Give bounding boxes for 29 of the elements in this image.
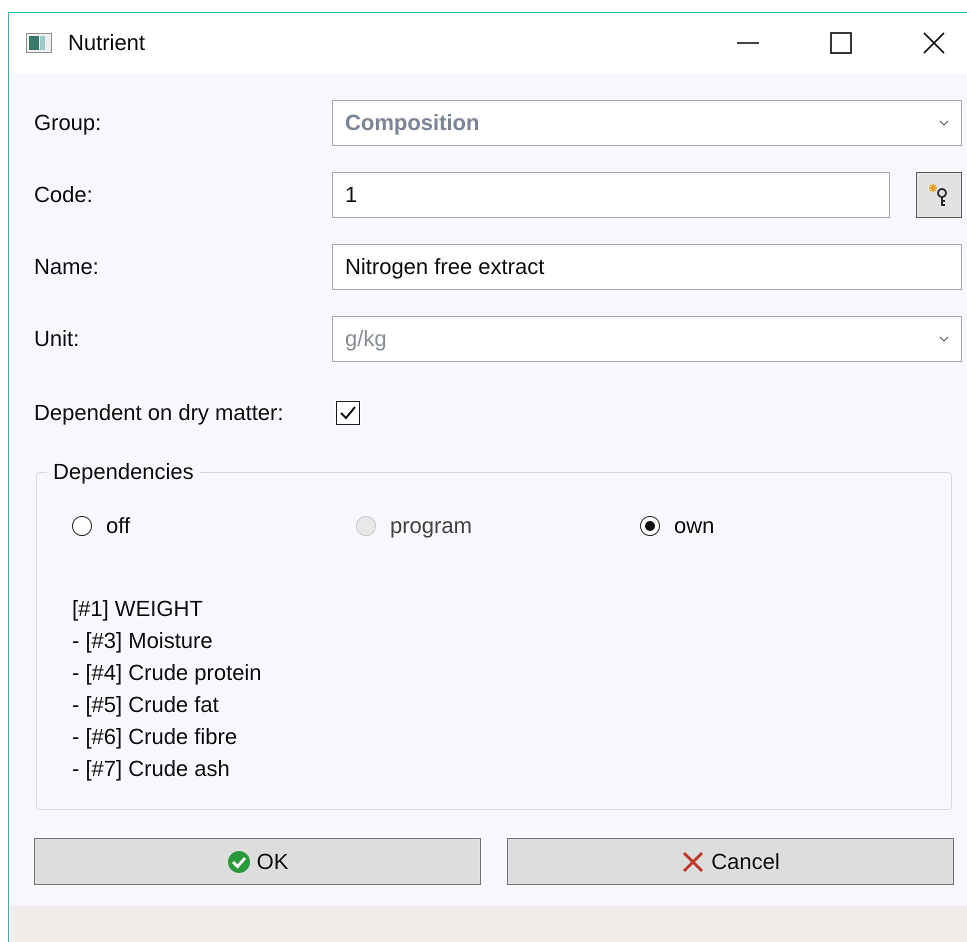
radio-button[interactable]	[640, 516, 660, 536]
checkbox[interactable]	[336, 401, 360, 425]
chevron-icon	[939, 120, 949, 126]
ok-button[interactable]: OK	[34, 838, 481, 885]
cancel-button[interactable]: Cancel	[507, 838, 954, 885]
dependency-line: - [#3] Moisture	[72, 627, 214, 655]
field-label: Name:	[34, 254, 100, 280]
input-field[interactable]: Nitrogen free extract	[332, 244, 962, 290]
maximize-icon[interactable]	[830, 32, 852, 54]
field-label: Dependent on dry matter:	[34, 400, 284, 426]
radio-label[interactable]: off	[106, 513, 130, 539]
close-icon[interactable]	[923, 32, 945, 54]
field-label: Group:	[34, 110, 102, 136]
dependency-line: - [#5] Crude fat	[72, 691, 220, 719]
dependency-line: - [#4] Crude protein	[72, 659, 263, 687]
chevron-icon	[939, 336, 949, 342]
radio-label[interactable]: own	[674, 513, 714, 539]
cross-icon	[681, 850, 706, 874]
dependency-line: - [#7] Crude ash	[72, 755, 231, 783]
check-circle-icon	[226, 850, 251, 874]
radio-button[interactable]	[72, 516, 92, 536]
app-icon	[26, 33, 52, 53]
dependency-line: - [#6] Crude fibre	[72, 723, 238, 751]
field-label: Code:	[34, 182, 94, 208]
input-field[interactable]: 1	[332, 172, 890, 218]
generate-key-button[interactable]	[916, 172, 962, 218]
dependency-line: [#1] WEIGHT	[72, 595, 204, 623]
window-title: Nutrient	[68, 30, 146, 56]
field-label: Unit:	[34, 326, 80, 352]
